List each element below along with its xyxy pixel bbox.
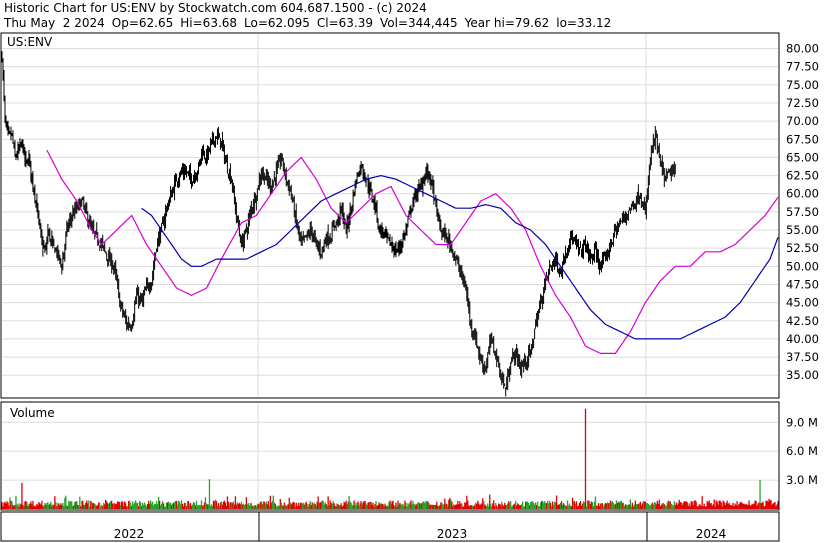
year-label: 2022 [114,527,145,541]
price-tick-label: 40.00 [786,332,819,346]
price-grid [2,34,778,397]
volume-tick-label: 6.0 M [786,444,818,458]
volume-axis: 9.0 M 6.0 M 3.0 M [786,415,818,487]
volume-bars [1,408,779,509]
volume-tick-label: 9.0 M [786,415,818,429]
time-axis: 2022 2023 2024 [114,512,727,541]
price-tick-label: 47.50 [786,277,819,291]
price-tick-label: 75.00 [786,78,819,92]
year-label: 2023 [437,527,468,541]
symbol-label: US:ENV [7,35,53,49]
price-tick-label: 65.00 [786,150,819,164]
volume-panel-frame [0,401,780,511]
price-tick-label: 72.50 [786,96,819,110]
price-panel-frame [0,32,780,399]
year-label: 2024 [696,527,727,541]
price-tick-label: 35.00 [786,368,819,382]
price-tick-label: 52.50 [786,241,819,255]
volume-label: Volume [10,406,55,420]
price-tick-label: 80.00 [786,42,819,56]
price-tick-label: 45.00 [786,296,819,310]
price-tick-label: 37.50 [786,350,819,364]
price-axis: 80.00 77.50 75.00 72.50 70.00 67.50 65.00 62.50… [786,42,819,383]
price-tick-label: 50.00 [786,259,819,273]
long-moving-average-line [141,174,779,340]
price-tick-label: 55.00 [786,223,819,237]
price-tick-label: 70.00 [786,114,819,128]
price-tick-label: 42.50 [786,314,819,328]
price-tick-label: 77.50 [786,60,819,74]
volume-tick-label: 3.0 M [786,473,818,487]
stock-chart: US:ENV Volume 80.00 77.50 75.00 72.50 70.00 6… [0,32,819,542]
price-tick-label: 67.50 [786,132,819,146]
volume-grid [2,403,778,509]
price-tick-label: 60.00 [786,187,819,201]
price-tick-label: 57.50 [786,205,819,219]
price-bars [1,51,676,397]
price-tick-label: 62.50 [786,169,819,183]
